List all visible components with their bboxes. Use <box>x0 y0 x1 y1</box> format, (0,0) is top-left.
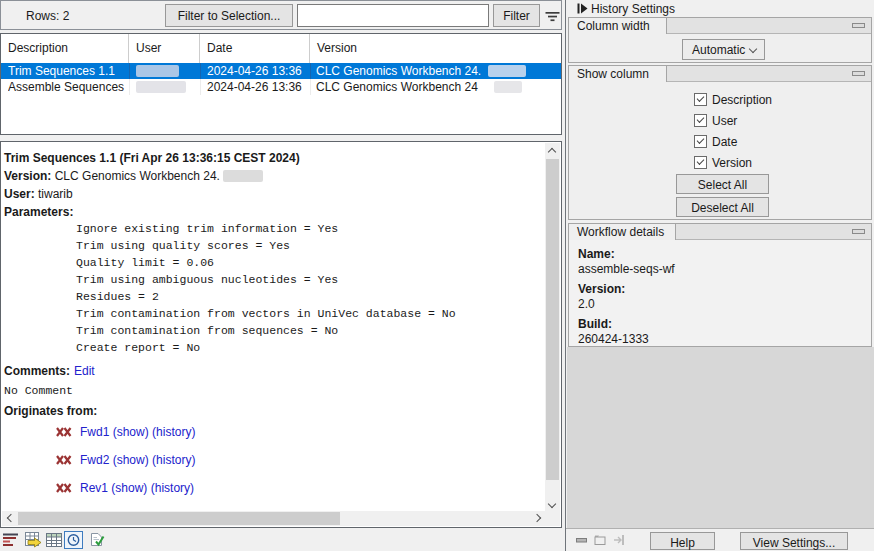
collapse-panel-icon[interactable] <box>577 3 588 14</box>
column-header-description[interactable]: Description <box>1 34 129 63</box>
table-export-view-icon[interactable] <box>24 531 43 549</box>
table-view-icon[interactable] <box>45 531 64 549</box>
parameter-line: Trim contamination from vectors in UniVe… <box>76 307 456 320</box>
workflow-details-tab[interactable]: Workflow details <box>569 224 676 240</box>
detail-title: Trim Sequences 1.1 (Fri Apr 26 13:36:15 … <box>4 151 300 165</box>
originates-from-label: Originates from: <box>4 404 97 418</box>
workflow-version-label: Version: <box>578 282 625 296</box>
detail-user: User: tiwarib <box>4 187 73 201</box>
vertical-scrollbar[interactable] <box>545 143 560 512</box>
origin-name-link[interactable]: Fwd1 <box>80 425 109 439</box>
parameter-line: Trim contamination from sequences = No <box>76 324 338 337</box>
column-width-tab[interactable]: Column width <box>569 18 667 34</box>
parameter-line: Trim using quality scores = Yes <box>76 239 290 252</box>
select-all-button[interactable]: Select All <box>676 174 769 194</box>
table-header: Description User Date Version <box>1 34 561 63</box>
history-table: Description User Date Version Trim Seque… <box>0 33 562 135</box>
dock-panel-icon <box>613 534 625 546</box>
origin-history-link[interactable]: (history) <box>151 481 194 495</box>
collapse-section-icon[interactable] <box>852 229 865 234</box>
origin-history-link[interactable]: (history) <box>152 453 195 467</box>
column-header-user[interactable]: User <box>129 34 200 63</box>
workflow-build-label: Build: <box>578 317 612 331</box>
horizontal-scrollbar[interactable] <box>2 511 546 526</box>
table-toolbar: Rows: 2 Filter to Selection... Filter <box>0 0 562 30</box>
origin-history-link[interactable]: (history) <box>152 425 195 439</box>
minimize-panel-icon[interactable] <box>576 538 587 543</box>
advanced-filter-icon[interactable] <box>545 9 560 24</box>
origin-item: Fwd1 (show) (history) <box>56 425 195 439</box>
workflow-build-value: 260424-1333 <box>578 332 649 346</box>
sequence-icon <box>56 455 72 465</box>
history-view-icon[interactable] <box>64 531 83 549</box>
parameter-line: Create report = No <box>76 341 200 354</box>
parameter-line: Residues = 2 <box>76 290 159 303</box>
edit-comments-link[interactable]: Edit <box>74 364 95 378</box>
origin-show-link[interactable]: (show) <box>111 481 147 495</box>
origin-show-link[interactable]: (show) <box>113 425 149 439</box>
history-detail-panel: Trim Sequences 1.1 (Fri Apr 26 13:36:15 … <box>0 141 562 528</box>
settings-header: History Settings <box>566 0 874 17</box>
detail-version: Version: CLC Genomics Workbench 24. <box>4 169 263 183</box>
origin-name-link[interactable]: Fwd2 <box>80 453 109 467</box>
sequence-icon <box>56 483 72 493</box>
origin-item: Rev1 (show) (history) <box>56 481 194 495</box>
show-column-tab[interactable]: Show column <box>569 66 667 82</box>
no-comment-text: No Comment <box>4 384 73 397</box>
graphical-view-icon[interactable] <box>2 531 21 549</box>
view-settings-button[interactable]: View Settings... <box>740 532 848 550</box>
detail-comments: Comments:Edit <box>4 364 95 378</box>
rows-count-label: Rows: 2 <box>26 9 69 23</box>
show-column-section: Show column Description User Date Versio… <box>568 65 872 220</box>
column-width-dropdown[interactable]: Automatic <box>682 39 765 60</box>
settings-bottom-bar: Help View Settings... <box>566 528 874 551</box>
help-button[interactable]: Help <box>650 532 715 550</box>
origin-name-link[interactable]: Rev1 <box>80 481 108 495</box>
workflow-version-value: 2.0 <box>578 297 595 311</box>
float-panel-icon[interactable] <box>594 534 606 546</box>
collapse-section-icon[interactable] <box>852 71 865 76</box>
workflow-details-section: Workflow details Name: assemble-seqs-wf … <box>568 223 872 347</box>
workflow-name-label: Name: <box>578 247 615 261</box>
deselect-all-button[interactable]: Deselect All <box>676 197 769 217</box>
table-row[interactable]: Trim Sequences 1.1 2024-04-26 13:36 CLC … <box>1 63 561 79</box>
table-row[interactable]: Assemble Sequences 2024-04-26 13:36 CLC … <box>1 79 561 95</box>
filter-button[interactable]: Filter <box>493 4 540 27</box>
workflow-name-value: assemble-seqs-wf <box>578 262 675 276</box>
settings-title: History Settings <box>591 2 675 16</box>
parameter-line: Quality limit = 0.06 <box>76 256 214 269</box>
history-view-panel: Rows: 2 Filter to Selection... Filter De… <box>0 0 563 551</box>
settings-empty-area <box>567 347 874 528</box>
column-header-version[interactable]: Version <box>310 34 561 63</box>
filter-input[interactable] <box>297 4 489 27</box>
parameter-line: Trim using ambiguous nucleotides = Yes <box>76 273 338 286</box>
sequence-icon <box>56 427 72 437</box>
origin-show-link[interactable]: (show) <box>113 453 149 467</box>
view-mode-bar <box>0 529 563 551</box>
chevron-down-icon <box>749 45 757 53</box>
column-header-date[interactable]: Date <box>200 34 310 63</box>
parameter-line: Ignore existing trim information = Yes <box>76 222 338 235</box>
filter-to-selection-button[interactable]: Filter to Selection... <box>165 4 293 27</box>
collapse-section-icon[interactable] <box>852 23 865 28</box>
history-settings-panel: History Settings Column width Automatic … <box>565 0 874 551</box>
column-width-section: Column width Automatic <box>568 17 872 63</box>
element-info-view-icon[interactable] <box>87 531 106 549</box>
origin-item: Fwd2 (show) (history) <box>56 453 195 467</box>
detail-parameters-label: Parameters: <box>4 205 73 219</box>
